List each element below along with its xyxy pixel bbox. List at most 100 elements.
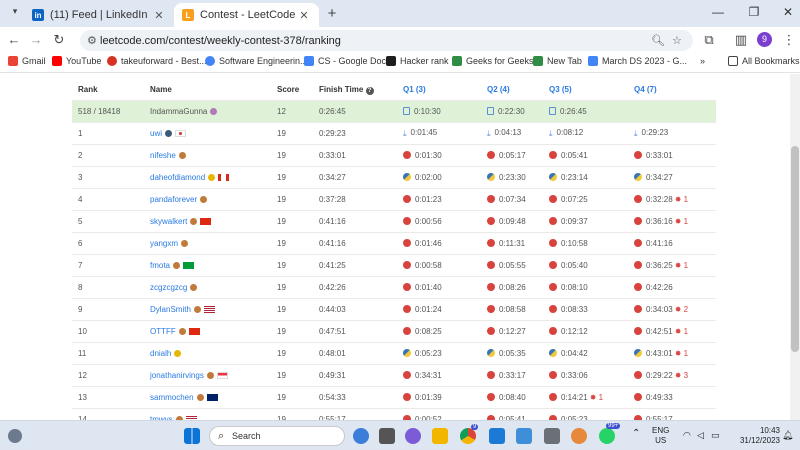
all-bookmarks[interactable]: All Bookmarks — [728, 56, 800, 66]
q3-cell[interactable]: 0:04:42 — [543, 341, 628, 364]
q4-cell[interactable]: 0:55:17 — [628, 407, 716, 420]
header-q2[interactable]: Q2 (4) — [481, 80, 543, 100]
q4-cell[interactable]: 0:36:16 ✸ 1 — [628, 209, 716, 232]
q3-cell[interactable]: 0:23:14 — [543, 165, 628, 188]
username-link[interactable]: nifeshe — [150, 151, 176, 160]
q2-cell[interactable]: 0:05:41 — [481, 407, 543, 420]
q4-cell[interactable]: ⤓ 0:29:23 — [628, 121, 716, 144]
q4-cell[interactable]: 0:34:27 — [628, 165, 716, 188]
q4-cell[interactable]: 0:49:33 — [628, 385, 716, 408]
q4-cell[interactable]: 0:34:03 ✸ 2 — [628, 297, 716, 320]
whatsapp-icon[interactable] — [599, 428, 615, 444]
username-link[interactable]: pandaforever — [150, 195, 197, 204]
q1-cell[interactable]: 0:00:56 — [397, 209, 481, 232]
username-link[interactable]: yangxm — [150, 239, 178, 248]
q1-cell[interactable]: ⤓ 0:01:45 — [397, 121, 481, 144]
reload-icon[interactable]: ↻ — [51, 32, 67, 48]
q2-cell[interactable]: 0:08:26 — [481, 275, 543, 298]
q4-cell[interactable]: 0:33:01 — [628, 143, 716, 166]
q2-cell[interactable]: 0:08:40 — [481, 385, 543, 408]
username-link[interactable]: sammochen — [150, 393, 194, 402]
bookmark-cs-docs[interactable]: CS - Google Docs — [304, 56, 391, 66]
q2-cell[interactable]: 0:05:35 — [481, 341, 543, 364]
username-link[interactable]: DylanSmith — [150, 305, 191, 314]
taskbar-search[interactable]: ⌕ Search — [209, 426, 345, 446]
scrollbar-thumb[interactable] — [791, 146, 799, 352]
widgets-icon[interactable] — [8, 429, 22, 443]
show-hidden-icons-icon[interactable]: ⌃ — [632, 429, 640, 439]
edge-icon[interactable] — [516, 428, 532, 444]
store-icon[interactable] — [571, 428, 587, 444]
q1-cell[interactable]: 0:08:25 — [397, 319, 481, 342]
windows-start-icon[interactable] — [184, 428, 200, 444]
q2-cell[interactable]: 0:08:58 — [481, 297, 543, 320]
teams-icon[interactable] — [405, 428, 421, 444]
bookmark-takeuforward[interactable]: takeuforward - Best... — [107, 56, 207, 66]
q2-cell[interactable]: 0:09:48 — [481, 209, 543, 232]
username-link[interactable]: daheofdiamond — [150, 173, 205, 182]
q1-cell[interactable]: 0:01:30 — [397, 143, 481, 166]
q2-cell[interactable]: ⤓ 0:04:13 — [481, 121, 543, 144]
wifi-icon[interactable]: ◠ — [683, 430, 691, 440]
bookmark-march-ds[interactable]: March DS 2023 - G... — [588, 56, 687, 66]
volume-icon[interactable]: ◁ — [697, 430, 704, 440]
q4-cell[interactable]: 0:43:01 ✸ 1 — [628, 341, 716, 364]
q1-cell[interactable]: 0:05:23 — [397, 341, 481, 364]
copilot-icon[interactable] — [353, 428, 369, 444]
q1-cell[interactable]: 0:01:39 — [397, 385, 481, 408]
username-link[interactable]: zcgzcgzcg — [150, 283, 187, 292]
notifications-icon[interactable]: 🔔︎ — [782, 430, 793, 440]
restore-icon[interactable]: ❐ — [742, 5, 766, 19]
close-tab-icon[interactable]: ✕ — [297, 9, 311, 22]
tab-linkedin[interactable]: in (11) Feed | LinkedIn ✕ — [24, 3, 174, 27]
q1-cell[interactable]: 0:34:31 — [397, 363, 481, 386]
self-username[interactable]: IndammaGunna — [150, 107, 207, 116]
header-q1[interactable]: Q1 (3) — [397, 80, 481, 100]
q1-cell[interactable]: 0:01:23 — [397, 187, 481, 210]
q2-cell[interactable]: 0:23:30 — [481, 165, 543, 188]
self-q1[interactable]: 0:10:30 — [397, 99, 481, 122]
q1-cell[interactable]: 0:01:40 — [397, 275, 481, 298]
q3-cell[interactable]: 0:14:21 ✸ 1 — [543, 385, 628, 408]
q2-cell[interactable]: 0:05:17 — [481, 143, 543, 166]
username-link[interactable]: jonathanirvings — [150, 371, 204, 380]
bookmark-youtube[interactable]: YouTube — [52, 56, 101, 66]
task-view-icon[interactable] — [379, 428, 395, 444]
q1-cell[interactable]: 0:01:46 — [397, 231, 481, 254]
q3-cell[interactable]: ⤓ 0:08:12 — [543, 121, 628, 144]
username-link[interactable]: uwi — [150, 129, 162, 138]
q1-cell[interactable]: 0:01:24 — [397, 297, 481, 320]
username-link[interactable]: skywalkert — [150, 217, 187, 226]
more-bookmarks-icon[interactable]: » — [700, 56, 705, 66]
bookmark-new-tab[interactable]: New Tab — [533, 56, 582, 66]
bookmark-software-engineering[interactable]: Software Engineerin... — [205, 56, 308, 66]
q3-cell[interactable]: 0:05:40 — [543, 253, 628, 276]
q4-cell[interactable]: 0:42:26 — [628, 275, 716, 298]
q2-cell[interactable]: 0:33:17 — [481, 363, 543, 386]
tab-leetcode[interactable]: L Contest - LeetCode ✕ — [174, 3, 319, 27]
info-icon[interactable]: ? — [365, 86, 374, 95]
username-link[interactable]: fmota — [150, 261, 170, 270]
tab-search-icon[interactable]: ▾ — [8, 6, 22, 20]
q3-cell[interactable]: 0:10:58 — [543, 231, 628, 254]
language-indicator[interactable]: ENG US — [652, 426, 669, 446]
bookmark-gfg[interactable]: Geeks for Geeks — [452, 56, 534, 66]
minimize-icon[interactable]: — — [706, 5, 730, 19]
username-link[interactable]: OTTFF — [150, 327, 176, 336]
q3-cell[interactable]: 0:09:37 — [543, 209, 628, 232]
q4-cell[interactable]: 0:41:16 — [628, 231, 716, 254]
q3-cell[interactable]: 0:05:23 — [543, 407, 628, 420]
menu-icon[interactable]: ⋮ — [781, 32, 797, 48]
file-explorer-icon[interactable] — [432, 428, 448, 444]
q3-cell[interactable]: 0:08:10 — [543, 275, 628, 298]
q2-cell[interactable]: 0:07:34 — [481, 187, 543, 210]
bookmark-gmail[interactable]: Gmail — [8, 56, 46, 66]
username-link[interactable]: dnialh — [150, 349, 171, 358]
back-icon[interactable]: ← — [6, 32, 22, 47]
q3-cell[interactable]: 0:08:33 — [543, 297, 628, 320]
bookmark-hackerrank[interactable]: Hacker rank — [386, 56, 449, 66]
q1-cell[interactable]: 0:00:52 — [397, 407, 481, 420]
calculator-icon[interactable] — [544, 428, 560, 444]
page-scrollbar[interactable] — [790, 74, 800, 420]
extensions-icon[interactable]: ⧉ — [701, 32, 717, 48]
